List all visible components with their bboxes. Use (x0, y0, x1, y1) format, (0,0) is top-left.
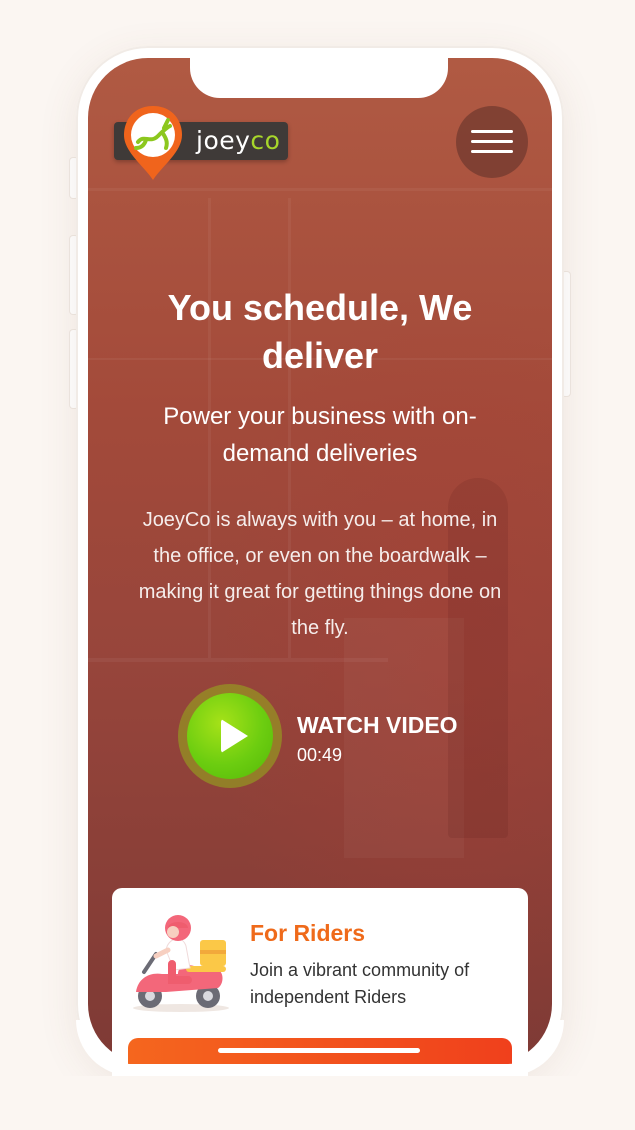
card-description: Join a vibrant community of independent … (250, 960, 470, 1007)
watch-video-link[interactable]: WATCH VIDEO (297, 712, 458, 739)
card-title: For Riders (250, 920, 366, 946)
hero-description: JoeyCo is always with you – at home, in … (138, 509, 502, 639)
kangaroo-pin-icon (124, 106, 182, 180)
play-video-button[interactable] (178, 684, 282, 788)
hero-subtitle: Power your business with on-demand deliv… (163, 403, 477, 467)
hero-title: You schedule, We deliver (167, 287, 473, 376)
page-background-bottom (0, 1076, 635, 1130)
delivery-scooter-icon (133, 915, 229, 1012)
menu-bar-middle (471, 140, 513, 143)
phone-frame-bottom (76, 1020, 564, 1076)
play-icon (221, 719, 248, 753)
play-button-circle (187, 693, 273, 779)
phone-notch (190, 56, 448, 98)
hamburger-menu-icon (471, 130, 513, 133)
menu-bar-bottom (471, 150, 513, 153)
video-duration: 00:49 (297, 745, 343, 765)
logo-wordmark: joeyco (196, 126, 281, 155)
joeyco-logo[interactable]: joeyco (114, 104, 294, 184)
hamburger-menu-button[interactable] (456, 106, 528, 178)
